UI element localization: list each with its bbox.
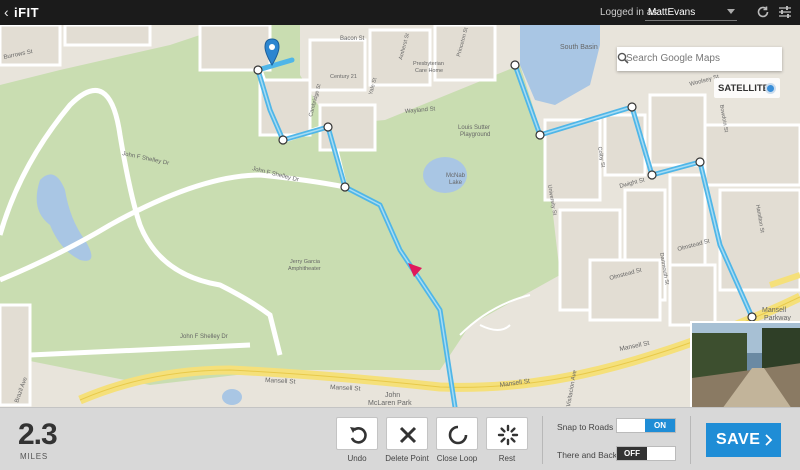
label-mcnab: McNab [446, 173, 466, 179]
bottom-toolbar: 2.3 MILES Undo Delete Point Close Loop R… [0, 407, 800, 470]
satellite-toggle[interactable]: SATELLITE [714, 78, 780, 98]
snap-to-roads-label: Snap to Roads [557, 422, 614, 432]
top-bar: ‹ iFIT Logged in as: MattEvans [0, 0, 800, 25]
search-placeholder: Search Google Maps [626, 53, 720, 64]
divider [690, 416, 691, 464]
save-label: SAVE [716, 431, 761, 448]
label-lake: Lake [449, 180, 463, 186]
chevron-right-icon [765, 434, 773, 446]
undo-button[interactable] [336, 417, 378, 450]
undo-icon [350, 427, 367, 444]
user-dropdown[interactable]: MattEvans [645, 5, 737, 21]
label-louis-sutter: Louis Sutter [458, 125, 490, 131]
search-icon[interactable] [617, 52, 629, 64]
username: MattEvans [648, 7, 696, 18]
delete-point-button[interactable] [386, 417, 428, 450]
map-search-box[interactable]: Search Google Maps [617, 47, 782, 71]
close-icon [399, 426, 417, 444]
map-canvas[interactable]: South Basin Presbyterian Care Home Centu… [0, 25, 800, 407]
label-south-basin: South Basin [560, 44, 598, 51]
there-and-back-value: OFF [617, 447, 647, 460]
there-and-back-label: There and Back [557, 450, 618, 460]
there-and-back-toggle[interactable]: OFF [616, 446, 676, 461]
radio-icon [765, 83, 776, 94]
label-mansell-parkway: Mansell [762, 307, 787, 314]
distance-value: 2.3 [18, 418, 58, 451]
back-icon[interactable]: ‹ [4, 4, 9, 20]
save-button[interactable]: SAVE [706, 423, 781, 457]
rest-label: Rest [498, 454, 516, 463]
label-mclaren-park: McLaren Park [368, 400, 412, 407]
chevron-down-icon [727, 9, 735, 14]
distance-unit: MILES [20, 452, 49, 461]
close-loop-button[interactable] [436, 417, 478, 450]
snap-to-roads-toggle[interactable]: ON [616, 418, 676, 433]
settings-sliders-icon[interactable] [778, 5, 792, 19]
label-amphitheater: Amphitheater [288, 266, 321, 272]
rest-icon [497, 424, 519, 446]
satellite-label: SATELLITE [718, 83, 770, 94]
street-view-image [692, 323, 800, 407]
label-century21: Century 21 [330, 74, 357, 80]
label-presbyterian: Presbyterian [413, 61, 444, 67]
small-pond [222, 389, 242, 405]
label-care-home: Care Home [415, 68, 443, 74]
street-view-thumbnail[interactable] [690, 321, 800, 407]
snap-to-roads-value: ON [645, 419, 675, 432]
divider [542, 416, 543, 464]
label-bacon-st: Bacon St [340, 36, 365, 42]
rest-button[interactable] [486, 417, 528, 450]
label-jf-shelley-3: John F Shelley Dr [180, 334, 228, 340]
label-john: John [385, 392, 400, 399]
ifit-logo: iFIT [14, 5, 40, 20]
label-playground: Playground [460, 132, 490, 138]
route-map[interactable]: South Basin Presbyterian Care Home Centu… [0, 25, 800, 407]
refresh-icon[interactable] [756, 5, 770, 19]
label-jerry-garcia: Jerry Garcia [290, 259, 321, 265]
loop-icon [448, 425, 468, 445]
